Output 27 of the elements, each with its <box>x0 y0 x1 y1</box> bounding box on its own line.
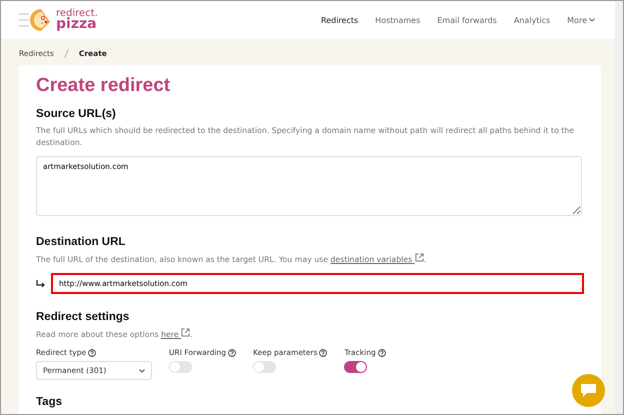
chevron-down-icon <box>139 368 145 373</box>
external-link-icon <box>414 253 424 262</box>
section-heading: Source URL(s) <box>36 108 117 120</box>
toggle-switch[interactable] <box>253 361 276 374</box>
help-icon <box>228 348 236 357</box>
section-heading: Destination URL <box>36 236 126 248</box>
logo-icon <box>19 8 53 32</box>
nav-link[interactable]: Hostnames <box>375 16 420 24</box>
nav-link[interactable]: More <box>567 16 595 24</box>
nav-link[interactable]: Analytics <box>514 16 550 24</box>
logo-text: pizza <box>56 18 98 31</box>
section-heading: Redirect settings <box>36 311 130 324</box>
help-icon <box>88 348 96 357</box>
breadcrumb-separator <box>64 49 69 58</box>
help-icon <box>378 348 386 357</box>
toggle-switch[interactable] <box>169 361 192 374</box>
help-icon <box>319 348 328 357</box>
return-arrow-icon <box>36 280 45 288</box>
toggle-switch[interactable] <box>344 361 368 374</box>
page-title: Create redirect <box>36 75 172 97</box>
nav-link[interactable]: Redirects <box>321 16 358 24</box>
logo-text: redirect. <box>56 9 98 18</box>
external-link-icon <box>181 328 190 338</box>
nav-link[interactable]: Email forwards <box>437 16 497 24</box>
chevron-down-icon <box>589 18 595 22</box>
section-heading: Tags <box>36 396 63 408</box>
chat-bubble-icon <box>581 384 596 397</box>
